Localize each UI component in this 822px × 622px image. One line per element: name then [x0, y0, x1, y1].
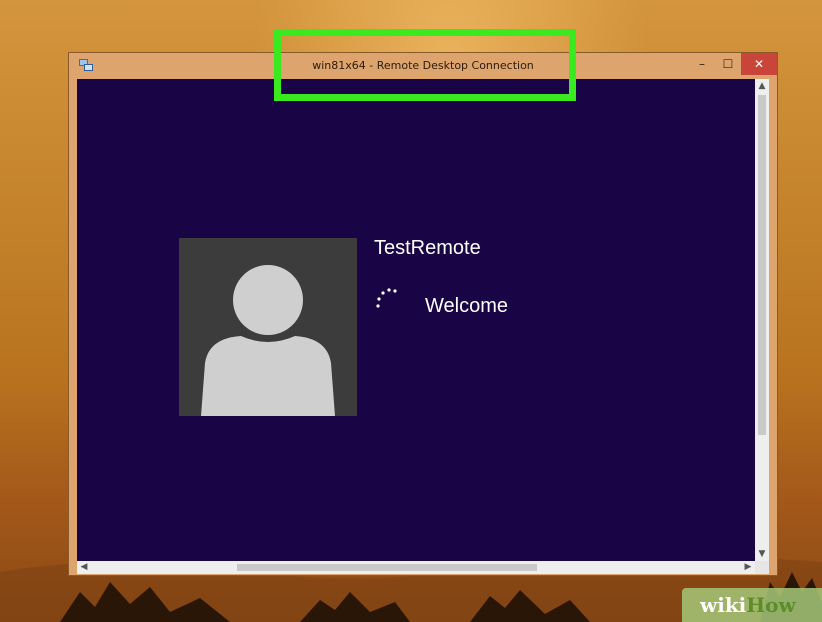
scroll-up-icon[interactable]: ▲: [755, 79, 769, 93]
welcome-status: Welcome: [425, 295, 508, 317]
minimize-button[interactable]: –: [689, 53, 715, 75]
vertical-scroll-thumb[interactable]: [758, 95, 766, 435]
scroll-left-icon[interactable]: ◀: [77, 561, 91, 574]
remote-session-screen[interactable]: TestRemote Welcome: [77, 79, 755, 561]
user-avatar: [179, 238, 357, 416]
resize-grip[interactable]: [755, 561, 769, 574]
watermark-wiki: wiki: [700, 593, 747, 617]
minimize-icon: –: [699, 57, 705, 71]
loading-spinner-icon: [376, 288, 397, 308]
title-highlight-box: [274, 29, 576, 101]
close-button[interactable]: ✕: [741, 53, 777, 75]
maximize-icon: ☐: [722, 57, 734, 71]
user-silhouette-icon: [201, 265, 335, 416]
watermark-how: How: [746, 593, 796, 617]
scroll-right-icon[interactable]: ▶: [741, 561, 755, 574]
horizontal-scroll-thumb[interactable]: [237, 564, 537, 571]
scroll-down-icon[interactable]: ▼: [755, 547, 769, 561]
remote-desktop-window: win81x64 - Remote Desktop Connection – ☐…: [68, 52, 778, 576]
username-label: TestRemote: [374, 237, 481, 259]
horizontal-scrollbar[interactable]: ◀ ▶: [77, 561, 755, 574]
maximize-button[interactable]: ☐: [715, 53, 741, 75]
close-icon: ✕: [753, 57, 765, 71]
wikihow-watermark: wiki How: [682, 588, 822, 622]
vertical-scrollbar[interactable]: ▲ ▼: [755, 79, 769, 561]
